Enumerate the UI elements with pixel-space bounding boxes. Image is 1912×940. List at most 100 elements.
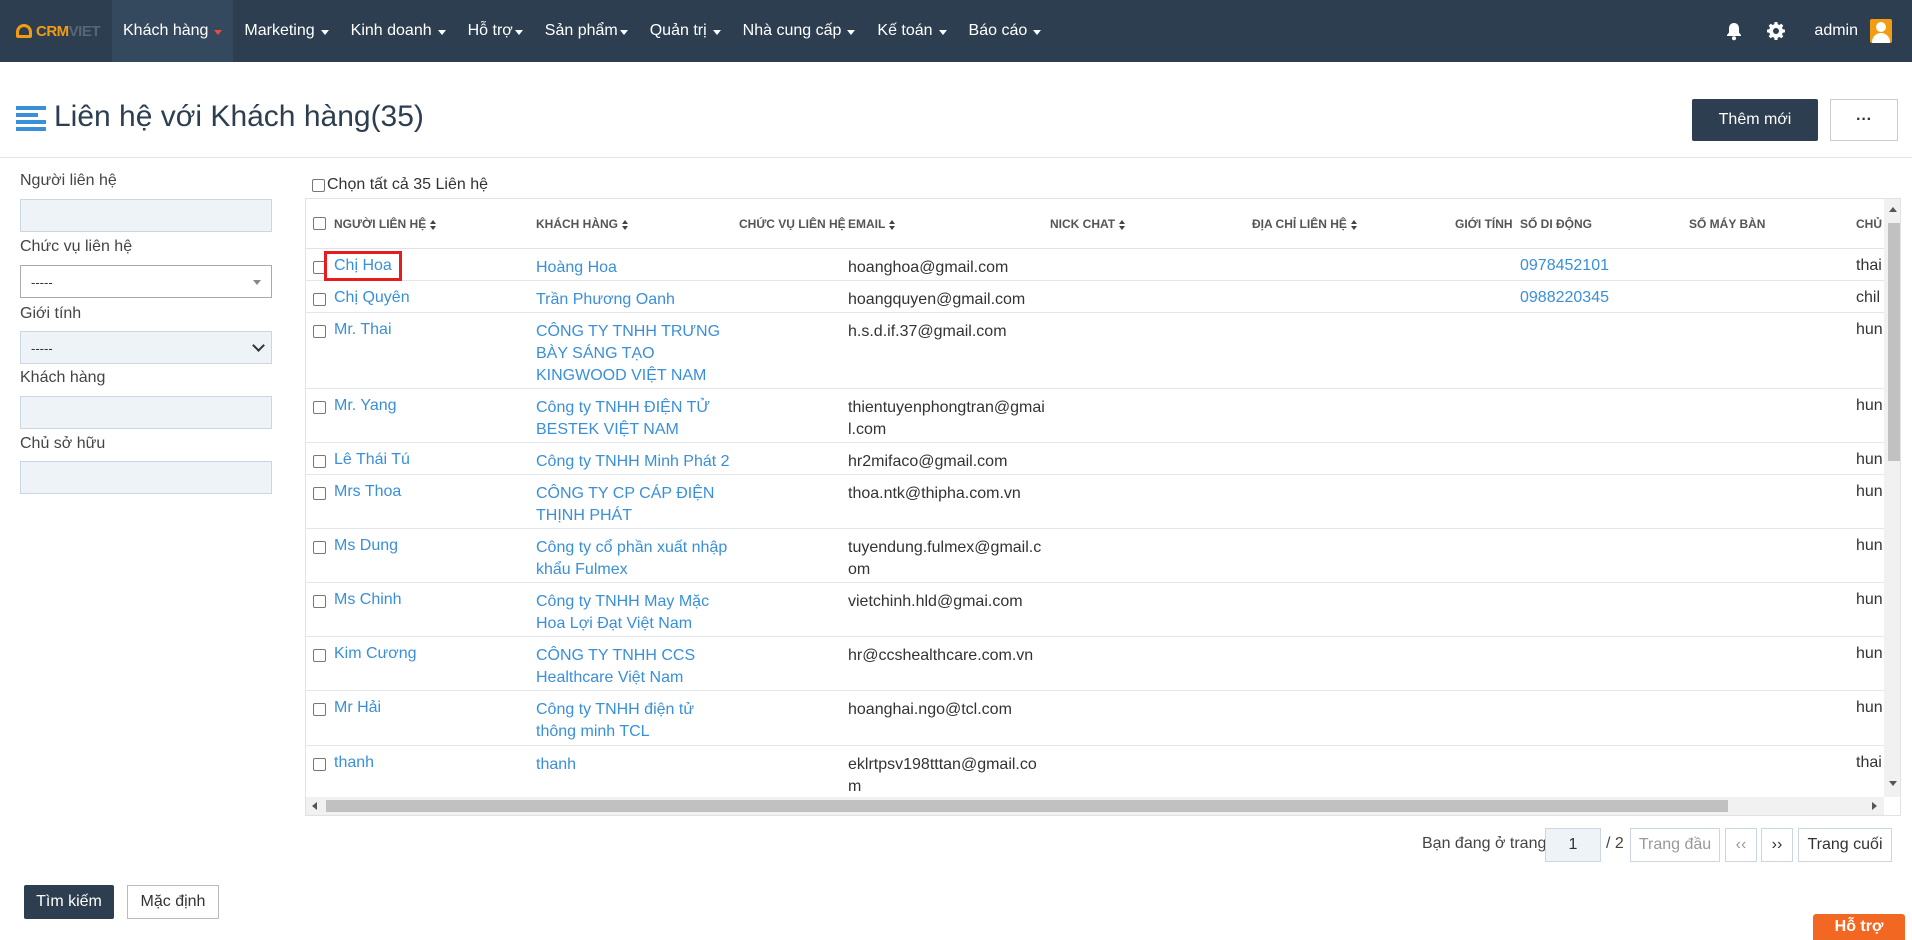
customer-link[interactable]: Công ty TNHH Minh Phát 2 [536,451,736,473]
position-filter-select[interactable]: ----- [20,265,272,298]
row-checkbox[interactable] [313,293,326,306]
dropdown-arrow-icon [253,280,261,285]
nav-nha-cung-cap[interactable]: Nhà cung cấp [732,0,867,62]
mobile-link[interactable]: 0988220345 [1520,289,1609,307]
col-position[interactable]: CHỨC VỤ LIÊN HỆ [739,217,846,231]
vertical-scroll-thumb[interactable] [1888,223,1900,461]
contact-name-link[interactable]: Ms Dung [334,537,398,555]
table-row[interactable]: Chị Quyên Trần Phương Oanh hoangquyen@gm… [306,281,1884,313]
table-row[interactable]: Kim Cương CÔNG TY TNHH CCS Healthcare Vi… [306,637,1884,691]
nav-kinh-doanh[interactable]: Kinh doanh [340,0,457,62]
vertical-scrollbar[interactable] [1884,199,1900,797]
table-row[interactable]: Ms Dung Công ty cổ phần xuất nhập khẩu F… [306,529,1884,583]
col-mobile[interactable]: SỐ DI ĐỘNG [1520,217,1592,231]
select-all[interactable]: Chọn tất cả 35 Liên hệ [312,176,488,194]
customer-link[interactable]: Trần Phương Oanh [536,289,736,311]
row-checkbox[interactable] [313,455,326,468]
prev-page-button[interactable]: ‹‹ [1725,828,1757,862]
nav-quan-tri[interactable]: Quản trị [639,0,732,62]
col-nick-chat[interactable]: NICK CHAT [1050,217,1126,231]
row-checkbox[interactable] [313,401,326,414]
horizontal-scrollbar[interactable] [306,797,1884,815]
nav-ho-tro[interactable]: Hỗ trợ [457,0,534,62]
customer-filter-input[interactable] [20,396,272,429]
table-row[interactable]: Mr. Yang Công ty TNHH ĐIỆN TỬ BESTEK VIỆ… [306,389,1884,443]
gender-filter-select[interactable]: ----- [20,331,272,364]
horizontal-scroll-thumb[interactable] [326,800,1728,812]
customer-link[interactable]: Công ty cổ phần xuất nhập khẩu Fulmex [536,537,736,581]
table-row[interactable]: thanh thanh eklrtpsv198tttan@gmail.com t… [306,746,1884,800]
row-checkbox[interactable] [313,758,326,771]
crm-logo[interactable]: CRM VIET [0,0,112,62]
select-all-checkbox[interactable] [312,178,325,192]
table-row[interactable]: Mrs Thoa CÔNG TY CP CÁP ĐIỆN THỊNH PHÁT … [306,475,1884,529]
nav-bao-cao[interactable]: Báo cáo [958,0,1053,62]
col-owner[interactable]: CHỦ [1856,217,1882,231]
table-row[interactable]: Mr. Thai CÔNG TY TNHH TRƯNG BÀY SÁNG TẠO… [306,313,1884,389]
col-contact[interactable]: NGƯỜI LIÊN HỆ [334,217,437,231]
help-button[interactable]: Hỗ trợ [1813,914,1905,940]
customer-link[interactable]: thanh [536,754,736,776]
nav-san-pham[interactable]: Sản phẩm [534,0,639,62]
contact-name-link[interactable]: Mrs Thoa [334,483,401,501]
contact-name-link[interactable]: Chị Quyên [334,289,410,307]
contact-name-link[interactable]: thanh [334,754,374,772]
user-name[interactable]: admin [1814,22,1858,40]
customer-link[interactable]: Công ty TNHH ĐIỆN TỬ BESTEK VIỆT NAM [536,397,736,441]
gear-icon[interactable] [1766,21,1786,41]
nav-marketing[interactable]: Marketing [233,0,339,62]
row-checkbox[interactable] [313,595,326,608]
contact-name-link[interactable]: Lê Thái Tú [334,451,410,469]
contact-filter-input[interactable] [20,199,272,232]
nav-label: Nhà cung cấp [742,22,842,39]
contact-name-link[interactable]: Ms Chinh [334,591,402,609]
page-number-input[interactable]: 1 [1545,828,1601,862]
more-options-button[interactable]: ··· [1830,99,1898,141]
first-page-button[interactable]: Trang đầu [1630,828,1720,862]
row-checkbox[interactable] [313,649,326,662]
row-checkbox[interactable] [313,541,326,554]
search-button[interactable]: Tìm kiếm [24,885,114,919]
customer-link[interactable]: CÔNG TY TNHH CCS Healthcare Việt Nam [536,645,736,689]
bell-icon[interactable] [1724,21,1744,41]
contact-name-link[interactable]: Mr Hải [334,699,381,717]
nav-khach-hang[interactable]: Khách hàng [112,0,234,62]
next-page-button[interactable]: ›› [1761,828,1793,862]
customer-link[interactable]: CÔNG TY TNHH TRƯNG BÀY SÁNG TẠO KINGWOOD… [536,321,736,387]
col-email[interactable]: EMAIL [848,217,896,231]
contact-name-link[interactable]: Kim Cương [334,645,417,663]
scroll-right-icon[interactable] [1872,802,1877,810]
customer-link[interactable]: Công ty TNHH May Mặc Hoa Lợi Đạt Việt Na… [536,591,736,635]
mobile-link[interactable]: 0978452101 [1520,257,1609,275]
scroll-down-icon[interactable] [1889,781,1897,786]
add-new-button[interactable]: Thêm mới [1692,99,1818,141]
customer-link[interactable]: Công ty TNHH điện tử thông minh TCL [536,699,736,743]
row-checkbox[interactable] [313,261,326,274]
scroll-up-icon[interactable] [1889,207,1897,212]
caret-down-icon [214,29,223,35]
customer-link[interactable]: Hoàng Hoa [536,257,736,279]
reset-button[interactable]: Mặc định [127,885,219,919]
last-page-button[interactable]: Trang cuối [1798,828,1892,862]
table-row[interactable]: Mr Hải Công ty TNHH điện tử thông minh T… [306,691,1884,746]
row-checkbox[interactable] [313,703,326,716]
header-checkbox[interactable] [313,217,326,230]
contact-name-link[interactable]: Mr. Thai [334,321,392,339]
table-row[interactable]: Ms Chinh Công ty TNHH May Mặc Hoa Lợi Đạ… [306,583,1884,637]
gender-filter-value: ----- [31,341,53,356]
contact-name-link[interactable]: Chị Hoa [324,251,402,281]
row-checkbox[interactable] [313,325,326,338]
table-row[interactable]: Lê Thái Tú Công ty TNHH Minh Phát 2 hr2m… [306,443,1884,475]
col-customer[interactable]: KHÁCH HÀNG [536,217,628,231]
row-checkbox[interactable] [313,487,326,500]
avatar[interactable] [1870,19,1892,43]
col-gender[interactable]: GIỚI TÍNH [1455,217,1513,231]
contact-name-link[interactable]: Mr. Yang [334,397,397,415]
scroll-left-icon[interactable] [312,802,317,810]
owner-filter-input[interactable] [20,461,272,494]
col-phone[interactable]: SỐ MÁY BÀN [1689,217,1765,231]
nav-ke-toan[interactable]: Kế toán [866,0,957,62]
customer-link[interactable]: CÔNG TY CP CÁP ĐIỆN THỊNH PHÁT [536,483,736,527]
col-address[interactable]: ĐỊA CHỈ LIÊN HỆ [1252,217,1357,231]
table-row[interactable]: Chị Hoa Hoàng Hoa hoanghoa@gmail.com 097… [306,249,1884,281]
